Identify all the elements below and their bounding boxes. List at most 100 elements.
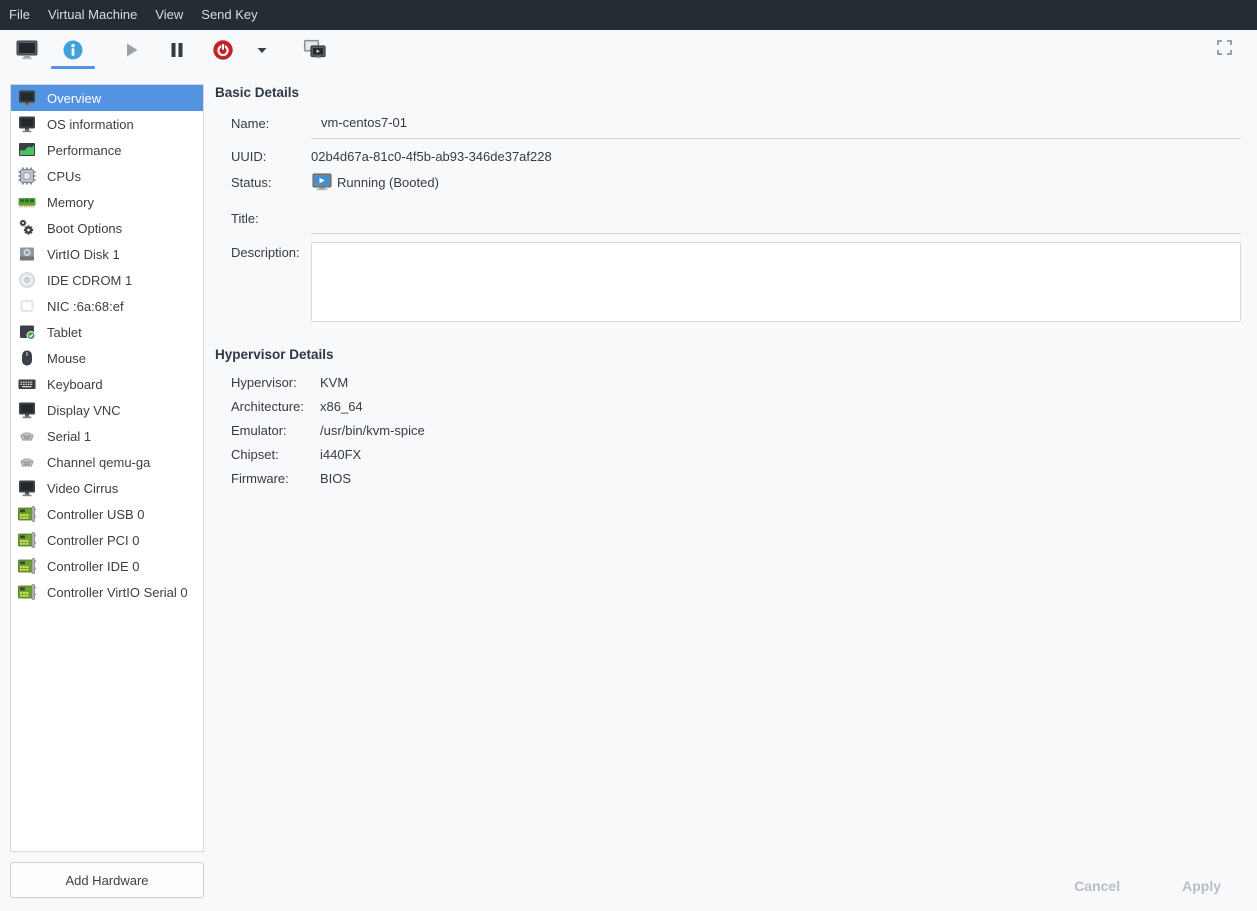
monitor-icon: [16, 113, 38, 135]
hv-label: Hypervisor:: [231, 375, 320, 390]
status-value: Running (Booted): [337, 175, 439, 190]
sidebar-item-label: Memory: [47, 195, 94, 210]
sidebar-item-keyboard[interactable]: Keyboard: [11, 371, 203, 397]
status-label: Status:: [231, 175, 311, 190]
hv-value: /usr/bin/kvm-spice: [320, 423, 1241, 438]
sidebar-item-label: Mouse: [47, 351, 86, 366]
screenshot-button[interactable]: [292, 32, 338, 70]
sidebar-item-controller-usb-0[interactable]: Controller USB 0: [11, 501, 203, 527]
details-info-icon: [61, 38, 85, 65]
hv-row-emulator: Emulator:/usr/bin/kvm-spice: [231, 423, 1241, 438]
fullscreen-button[interactable]: [1209, 34, 1239, 64]
sidebar-item-label: IDE CDROM 1: [47, 273, 132, 288]
sidebar-item-label: Controller USB 0: [47, 507, 145, 522]
sidebar-item-ide-cdrom-1[interactable]: IDE CDROM 1: [11, 267, 203, 293]
hv-row-hypervisor: Hypervisor:KVM: [231, 375, 1241, 390]
cdrom-icon: [16, 269, 38, 291]
sidebar-item-label: Display VNC: [47, 403, 121, 418]
sidebar-item-label: Tablet: [47, 325, 82, 340]
sidebar-item-label: OS information: [47, 117, 134, 132]
apply-button[interactable]: Apply: [1182, 878, 1221, 894]
status-row: Status: Running (Booted): [231, 173, 1241, 191]
title-row: Title:: [231, 207, 1241, 234]
sidebar-item-controller-ide-0[interactable]: Controller IDE 0: [11, 553, 203, 579]
sidebar-item-boot-options[interactable]: Boot Options: [11, 215, 203, 241]
footer-actions: Cancel Apply: [1074, 878, 1221, 894]
add-hardware-button[interactable]: Add Hardware: [10, 862, 204, 898]
shutdown-button[interactable]: [200, 32, 246, 70]
menu-send-key[interactable]: Send Key: [192, 0, 266, 30]
menu-view[interactable]: View: [146, 0, 192, 30]
hv-value: x86_64: [320, 399, 1241, 414]
controller-icon: [16, 581, 38, 603]
show-details-button[interactable]: [50, 32, 96, 70]
sidebar-item-serial-1[interactable]: Serial 1: [11, 423, 203, 449]
title-input[interactable]: [311, 207, 1241, 234]
sidebar-item-os-information[interactable]: OS information: [11, 111, 203, 137]
shutdown-menu-button[interactable]: [246, 32, 278, 70]
sidebar-item-video-cirrus[interactable]: Video Cirrus: [11, 475, 203, 501]
sidebar-item-label: CPUs: [47, 169, 81, 184]
cancel-button[interactable]: Cancel: [1074, 878, 1120, 894]
sidebar-item-controller-pci-0[interactable]: Controller PCI 0: [11, 527, 203, 553]
monitor-icon: [16, 399, 38, 421]
controller-icon: [16, 529, 38, 551]
menu-virtual-machine[interactable]: Virtual Machine: [39, 0, 146, 30]
vm-running-icon: [311, 173, 333, 191]
keyboard-icon: [16, 373, 38, 395]
sidebar-item-nic-6a-68-ef[interactable]: NIC :6a:68:ef: [11, 293, 203, 319]
sidebar-item-label: Serial 1: [47, 429, 91, 444]
hv-value: i440FX: [320, 447, 1241, 462]
sidebar-item-tablet[interactable]: Tablet: [11, 319, 203, 345]
sidebar-item-mouse[interactable]: Mouse: [11, 345, 203, 371]
pause-button[interactable]: [154, 32, 200, 70]
hv-value: BIOS: [320, 471, 1241, 486]
sidebar-item-label: Performance: [47, 143, 121, 158]
sidebar-item-label: Overview: [47, 91, 101, 106]
sidebar-item-label: VirtIO Disk 1: [47, 247, 120, 262]
name-row: Name:: [231, 112, 1241, 139]
name-input[interactable]: [311, 112, 1241, 139]
hv-label: Chipset:: [231, 447, 320, 462]
run-icon: [119, 38, 143, 65]
hardware-list: Overview OS information Performance CPUs Mem…: [10, 84, 204, 852]
sidebar-item-label: NIC :6a:68:ef: [47, 299, 124, 314]
description-textarea[interactable]: [311, 242, 1241, 322]
boot-icon: [16, 217, 38, 239]
sidebar-item-overview[interactable]: Overview: [11, 85, 203, 111]
toolbar: [0, 30, 1257, 72]
sidebar-item-performance[interactable]: Performance: [11, 137, 203, 163]
hv-label: Firmware:: [231, 471, 320, 486]
hv-row-architecture: Architecture:x86_64: [231, 399, 1241, 414]
sidebar-item-label: Boot Options: [47, 221, 122, 236]
sidebar-item-cpus[interactable]: CPUs: [11, 163, 203, 189]
sidebar-item-label: Keyboard: [47, 377, 103, 392]
mouse-icon: [16, 347, 38, 369]
run-button[interactable]: [108, 32, 154, 70]
pause-icon: [165, 38, 189, 65]
description-label: Description:: [231, 242, 311, 260]
memory-icon: [16, 191, 38, 213]
sidebar-item-channel-qemu-ga[interactable]: Channel qemu-ga: [11, 449, 203, 475]
serial-icon: [16, 425, 38, 447]
disk-icon: [16, 243, 38, 265]
sidebar-item-label: Controller PCI 0: [47, 533, 139, 548]
hv-label: Emulator:: [231, 423, 320, 438]
sidebar-item-memory[interactable]: Memory: [11, 189, 203, 215]
performance-icon: [16, 139, 38, 161]
tablet-icon: [16, 321, 38, 343]
sidebar-item-virtio-disk-1[interactable]: VirtIO Disk 1: [11, 241, 203, 267]
monitor-icon: [16, 477, 38, 499]
menu-file[interactable]: File: [0, 0, 39, 30]
hv-value: KVM: [320, 375, 1241, 390]
caret-down-icon: [254, 42, 270, 61]
sidebar-item-controller-virtio-serial-0[interactable]: Controller VirtIO Serial 0: [11, 579, 203, 605]
cpu-icon: [16, 165, 38, 187]
basic-details-title: Basic Details: [215, 85, 1241, 100]
show-graphical-console-button[interactable]: [4, 32, 50, 70]
screenshot-icon: [302, 38, 328, 65]
fullscreen-icon: [1216, 39, 1233, 59]
sidebar-item-display-vnc[interactable]: Display VNC: [11, 397, 203, 423]
controller-icon: [16, 503, 38, 525]
uuid-row: UUID: 02b4d67a-81c0-4f5b-ab93-346de37af2…: [231, 149, 1241, 164]
